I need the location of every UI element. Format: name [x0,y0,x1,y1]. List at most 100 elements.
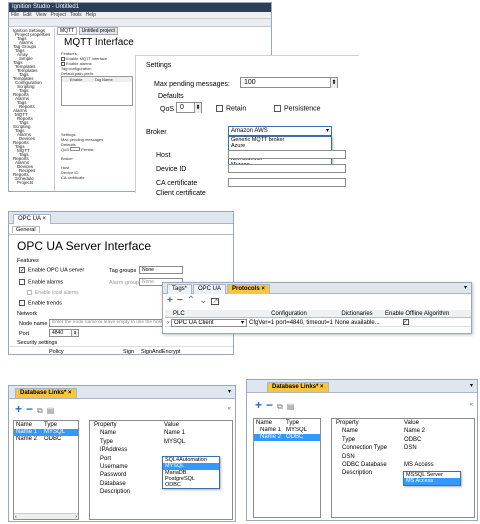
property-value[interactable]: DSN [402,444,419,452]
property-name: Description [100,489,131,496]
db-links-panel-odbc: Database Links* × ▾ + − ⧉ ▤ « Name Type Name… [246,379,478,521]
enable-offline-checkbox[interactable]: ✓ [387,319,427,327]
dropdown-option[interactable]: MS Access [404,478,460,485]
tree-item[interactable]: Projects [11,180,52,185]
property-value[interactable]: Name 2 [402,427,427,435]
plc-select[interactable]: OPC UA Client ▾ [171,319,247,327]
qos-label: QoS [160,106,175,113]
list-item[interactable]: Name 2 ODBC [254,434,320,441]
menu-file[interactable]: File [11,12,19,18]
configuration-cell[interactable]: CfgVer=1 port=4840, timeout=10 [247,319,333,327]
property-row[interactable]: DSN [332,453,474,461]
add-icon[interactable]: + [167,296,173,306]
tag-groups-label: Tag groups [109,268,137,274]
property-name: Database [100,480,126,487]
remove-icon[interactable]: − [177,296,183,306]
menu-project[interactable]: Project [50,12,66,18]
property-value[interactable]: MYSQL [162,438,187,446]
property-row[interactable]: Type ODBC [332,436,474,444]
property-name: Connection Type [342,445,387,452]
list-item[interactable]: Name 2 ODBC [14,436,78,443]
device-id-input[interactable] [228,164,346,173]
db-list[interactable]: Name Type Name 1 MYSQL Name 2 ODBC [253,418,321,518]
protocols-row[interactable]: › OPC UA Client ▾ CfgVer=1 port=4840, timeo… [165,319,471,327]
type-dropdown[interactable]: SQL4Automation MYSQL MariaDB PostgreSQL ODBC [162,456,220,490]
menu-view[interactable]: View [36,12,47,18]
tag-groups-select[interactable]: None [139,266,183,274]
col-dictionaries: Dictionaries [341,311,373,317]
collapse-icon[interactable]: « [228,406,231,412]
close-icon[interactable]: × [320,384,324,390]
property-value[interactable]: ODBC [402,436,423,444]
tab-untitled-project[interactable]: Untitled project [78,27,118,35]
ca-cert-input[interactable] [228,178,346,187]
move-down-icon[interactable]: ⌄ [199,296,207,306]
max-pending-spinner[interactable]: ⬍ [330,78,337,88]
paste-icon[interactable]: ▤ [47,406,55,416]
mini-col-tag: Tag Name [94,77,113,82]
list-item[interactable]: Name 1 MYSQL [14,429,78,436]
alarm-groups-label: Alarm groups [109,280,142,286]
qos-input[interactable]: 0 ⬍ [176,102,202,113]
project-tree[interactable]: Ignition Settings Project properties Tags A… [9,28,55,191]
property-value[interactable]: Name 1 [162,429,187,437]
tab-opc-ua[interactable]: OPC UA [193,284,227,294]
db-list[interactable]: Name Type Name 1 MYSQL Name 2 ODBC ‹ › [13,420,79,520]
property-row[interactable]: IPAddress [90,446,232,454]
close-icon[interactable]: × [68,390,72,396]
tab-protocols[interactable]: Protocols × [227,284,270,294]
paste-icon[interactable]: ▤ [287,402,295,412]
move-up-icon[interactable]: ⌃ [187,296,195,306]
property-row[interactable]: Name Name 2 [332,427,474,435]
enable-trends-checkbox[interactable]: Enable trends [19,300,62,306]
host-input[interactable] [228,150,346,159]
copy-icon[interactable]: ⧉ [37,406,43,416]
window-icon[interactable]: ↗ [211,298,220,305]
close-icon[interactable]: × [42,216,46,222]
horizontal-scrollbar[interactable]: ‹ › [14,513,78,520]
add-icon[interactable]: + [15,403,22,415]
enable-local-alarms-checkbox[interactable]: Enable local alarms [27,290,79,296]
broker-select[interactable]: Amazon AWS ▾ [228,126,332,136]
max-pending-label: Max pending messages: [154,81,230,88]
chevron-down-icon[interactable]: ▾ [464,284,467,291]
enable-alarms-checkbox[interactable]: Enable alarms [19,279,63,285]
dictionaries-cell[interactable]: None available... [333,319,387,327]
property-row[interactable]: Name Name 1 [90,429,232,437]
prop-header: Property Value [94,422,179,428]
broker-label: Broker [146,129,167,136]
property-row[interactable]: Connection Type DSN [332,444,474,452]
port-input[interactable]: 4840 ⬍ [49,329,79,337]
property-value[interactable]: MS Access [402,461,436,469]
property-row[interactable]: Type MYSQL [90,438,232,446]
mini-tag-table[interactable]: Enable Tag Name [61,76,133,106]
tab-tags[interactable]: Tags* [167,284,193,294]
chevron-down-icon[interactable]: ▾ [228,388,231,395]
odbc-database-dropdown[interactable]: MSSQL Server MS Access [403,471,461,486]
tab-general[interactable]: General [12,226,40,233]
qos-spinner[interactable]: ⬍ [194,103,201,113]
tab-database-links[interactable]: Database Links* × [267,382,329,392]
property-row[interactable]: ODBC Database MS Access [332,461,474,469]
tab-opc-ua[interactable]: OPC UA × [13,214,51,224]
dropdown-option[interactable]: ODBC [163,482,219,488]
toolbar [9,19,271,27]
tab-mqtt[interactable]: MQTT [57,27,78,35]
chevron-down-icon[interactable]: ▾ [470,382,473,389]
max-pending-input[interactable]: 100 ⬍ [240,77,338,88]
retain-checkbox[interactable]: Retain [216,105,246,112]
remove-icon[interactable]: − [26,403,33,415]
menu-help[interactable]: Help [86,12,96,18]
collapse-icon[interactable]: « [470,402,473,408]
menu-tools[interactable]: Tools [70,12,82,18]
copy-icon[interactable]: ⧉ [277,402,283,412]
list-item[interactable]: Name 1 MYSQL [254,427,320,434]
add-icon[interactable]: + [255,399,262,411]
port-label: Port [19,331,30,337]
remove-icon[interactable]: − [266,399,273,411]
persistence-checkbox[interactable]: Persistence [274,105,321,112]
tab-database-links[interactable]: Database Links* × [15,388,77,398]
enable-server-checkbox[interactable]: ✓ Enable OPC UA server [19,267,84,274]
menu-edit[interactable]: Edit [23,12,32,18]
close-icon[interactable]: × [261,286,265,292]
